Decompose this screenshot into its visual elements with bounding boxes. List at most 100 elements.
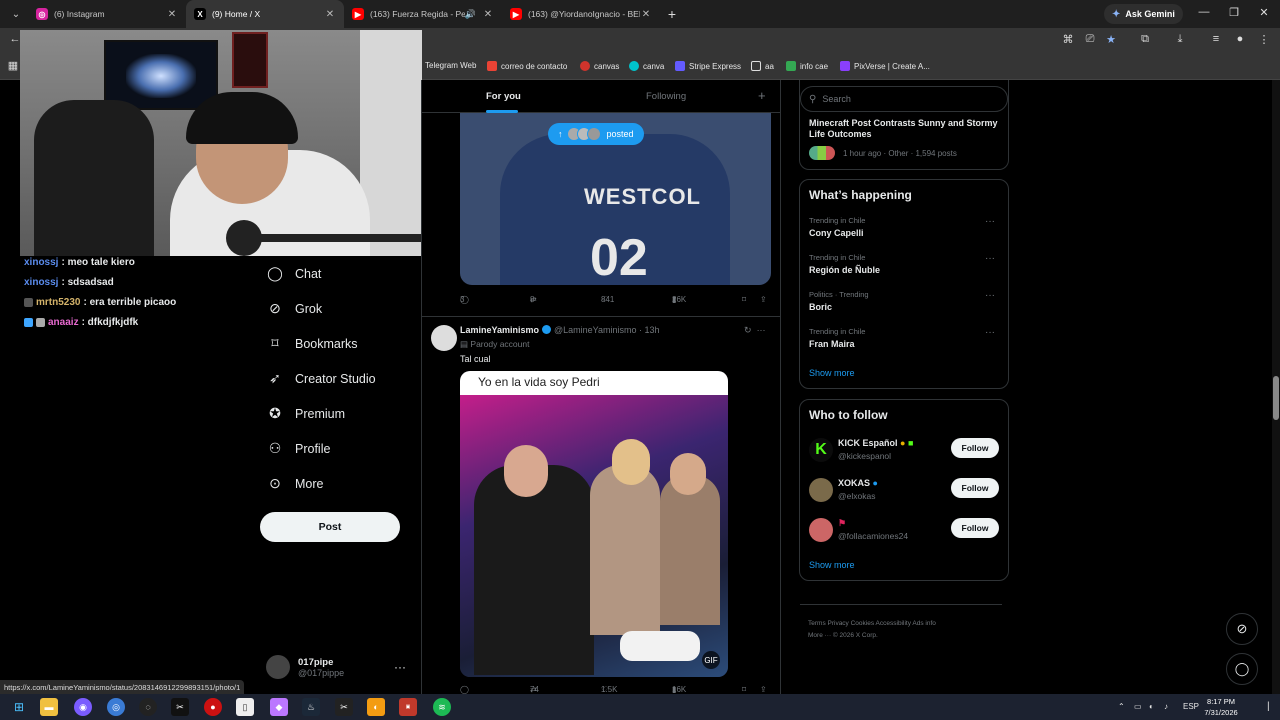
app-icon[interactable]: ▣ [399,698,417,716]
show-more-link[interactable]: Show more [809,560,855,570]
windows-start-icon[interactable]: ⊞ [10,698,28,716]
apps-grid-icon[interactable]: ▦ [5,59,21,72]
tweet-media[interactable]: Yo en la vida soy Pedri GIF [460,371,728,677]
bookmark-correo[interactable]: correo de contacto [487,61,567,71]
obs-icon[interactable]: ◌ [139,698,157,716]
tray-app-icon[interactable]: ▭ [1134,702,1142,711]
follow-suggestion[interactable]: K KICK Español ● ■ @kickespanol Follow [809,436,1001,466]
footer-links[interactable]: Terms Privacy Cookies Accessibility Ads … [808,618,1008,630]
avatar[interactable] [431,325,457,351]
trend-item[interactable]: Politics · Trending Boric ··· [809,290,1001,324]
more-dots-icon[interactable]: ··· [985,253,995,264]
speaker-icon[interactable]: 🔊 [465,9,476,20]
follow-button[interactable]: Follow [951,478,999,498]
follow-button[interactable]: Follow [951,518,999,538]
nav-more[interactable]: ⊙ More [256,466,420,501]
trend-item[interactable]: Trending in Chile Región de Ñuble ··· [809,253,1001,287]
bookmark-button[interactable]: ⌑ [742,685,746,694]
new-tab-button[interactable]: + [660,6,684,22]
media-control-icon[interactable]: ≡ [1208,33,1224,45]
notification-icon[interactable]: ▏ [1268,702,1274,711]
trend-item[interactable]: Trending in Chile Cony Capelli ··· [809,216,1001,250]
more-dots-icon[interactable]: ··· [985,327,995,338]
profile-avatar-icon[interactable]: ● [1232,33,1248,45]
tab-search-button[interactable]: ⌄ [4,4,28,24]
more-dots-icon[interactable]: ··· [757,325,766,335]
minimize-button[interactable]: — [1196,6,1212,18]
more-dots-icon[interactable]: ··· [985,216,995,227]
spotify-icon[interactable]: ≋ [433,698,451,716]
bookmark-stripe[interactable]: Stripe Express [675,61,741,71]
nav-creator-studio[interactable]: ➶ Creator Studio [256,361,420,396]
tweet[interactable]: LamineYaminismo @LamineYaminismo · 13h ↻ … [422,316,780,695]
translate-icon[interactable]: ⌘ [1060,33,1076,46]
nav-profile[interactable]: ⚇ Profile [256,431,420,466]
follow-suggestion[interactable]: ⚑ @follacamiones24 Follow [809,516,1001,546]
scrollbar-thumb[interactable] [1273,376,1279,420]
tab-youtube-yiordano[interactable]: ▶ (163) @YiordanoIgnacio - BER ✕ [502,0,660,28]
bookmark-folder-aa[interactable]: aa [751,61,774,71]
tab-for-you[interactable]: For you [486,91,521,102]
follow-suggestion[interactable]: XOKAS ● @elxokas Follow [809,476,1001,506]
grok-float-button[interactable]: ⊘ [1226,613,1258,645]
tweet-author[interactable]: LamineYaminismo @LamineYaminismo · 13h [460,325,660,335]
capcut-icon[interactable]: ✂ [171,698,189,716]
follow-button[interactable]: Follow [951,438,999,458]
nav-premium[interactable]: ✪ Premium [256,396,420,431]
close-icon[interactable]: ✕ [640,9,652,20]
bookmark-info-cae[interactable]: info cae [786,61,828,71]
notepad-icon[interactable]: ▯ [236,698,254,716]
more-dots-icon[interactable]: ··· [985,290,995,301]
bookmark-canvas[interactable]: canvas [580,61,619,71]
discord-icon[interactable]: ◉ [74,698,92,716]
ask-gemini-button[interactable]: ✦ Ask Gemini [1104,4,1183,24]
search-input[interactable]: ⚲ Search [800,86,1008,112]
tab-youtube-fuerza[interactable]: ▶ (163) Fuerza Regida - Pero 🔊 ✕ [344,0,502,28]
cast-icon[interactable]: ⎚ [1082,33,1098,46]
maximize-button[interactable]: ❐ [1226,6,1242,19]
new-posts-pill[interactable]: ↑ posted [548,123,644,145]
share-button[interactable]: ⇪ [760,685,767,694]
language-indicator[interactable]: ESP [1183,702,1199,711]
add-tab-icon[interactable]: + [758,88,766,103]
chrome-icon[interactable]: ◎ [107,698,125,716]
grok-icon[interactable]: ↻ [744,325,752,335]
steam-icon[interactable]: ♨ [302,698,320,716]
messages-float-button[interactable]: ◯ [1226,653,1258,685]
window-close-button[interactable]: ✕ [1256,6,1272,19]
share-button[interactable]: ⇪ [760,295,767,304]
nav-grok[interactable]: ⊘ Grok [256,291,420,326]
nav-bookmarks[interactable]: ⌑ Bookmarks [256,326,420,361]
extensions-icon[interactable]: ⧉ [1137,33,1153,46]
footer-copyright[interactable]: More ··· © 2026 X Corp. [808,630,1008,642]
tab-following[interactable]: Following [646,91,686,102]
clock[interactable]: 8:17 PM 7/31/2026 [1198,696,1244,718]
app-icon[interactable]: ◐ [367,698,385,716]
kebab-menu-icon[interactable]: ⋮ [1256,33,1272,46]
bookmark-canva[interactable]: canva [629,61,664,71]
download-icon[interactable]: ⤓ [1172,33,1188,46]
show-more-link[interactable]: Show more [809,368,855,378]
tab-x-home[interactable]: X (9) Home / X ✕ [186,0,344,28]
capcut-icon[interactable]: ✂ [335,698,353,716]
close-icon[interactable]: ✕ [324,9,336,20]
star-icon[interactable]: ★ [1103,33,1119,46]
tab-instagram[interactable]: ◎ (6) Instagram ✕ [28,0,186,28]
more-dots-icon[interactable]: ··· [394,660,406,674]
app-icon[interactable]: ◆ [270,698,288,716]
bookmark-pixverse[interactable]: PixVerse | Create A... [840,61,930,71]
close-icon[interactable]: ✕ [482,9,494,20]
tray-app-icon[interactable]: ◐ [1149,702,1154,711]
trend-item[interactable]: Trending in Chile Fran Maira ··· [809,327,1001,361]
file-explorer-icon[interactable]: ▬ [40,698,58,716]
bookmark-button[interactable]: ⌑ [742,295,746,304]
gif-badge[interactable]: GIF [702,651,720,669]
microphone-icon[interactable]: ♪ [1164,702,1168,711]
close-icon[interactable]: ✕ [166,9,178,20]
tray-chevron-icon[interactable]: ⌃ [1118,702,1125,711]
account-switcher[interactable]: 017pipe @017pippe ··· [266,652,416,682]
app-icon[interactable]: ● [204,698,222,716]
bookmark-telegram[interactable]: Telegram Web [425,61,476,70]
nav-chat[interactable]: ◯ Chat [256,256,420,291]
post-button[interactable]: Post [260,512,400,542]
